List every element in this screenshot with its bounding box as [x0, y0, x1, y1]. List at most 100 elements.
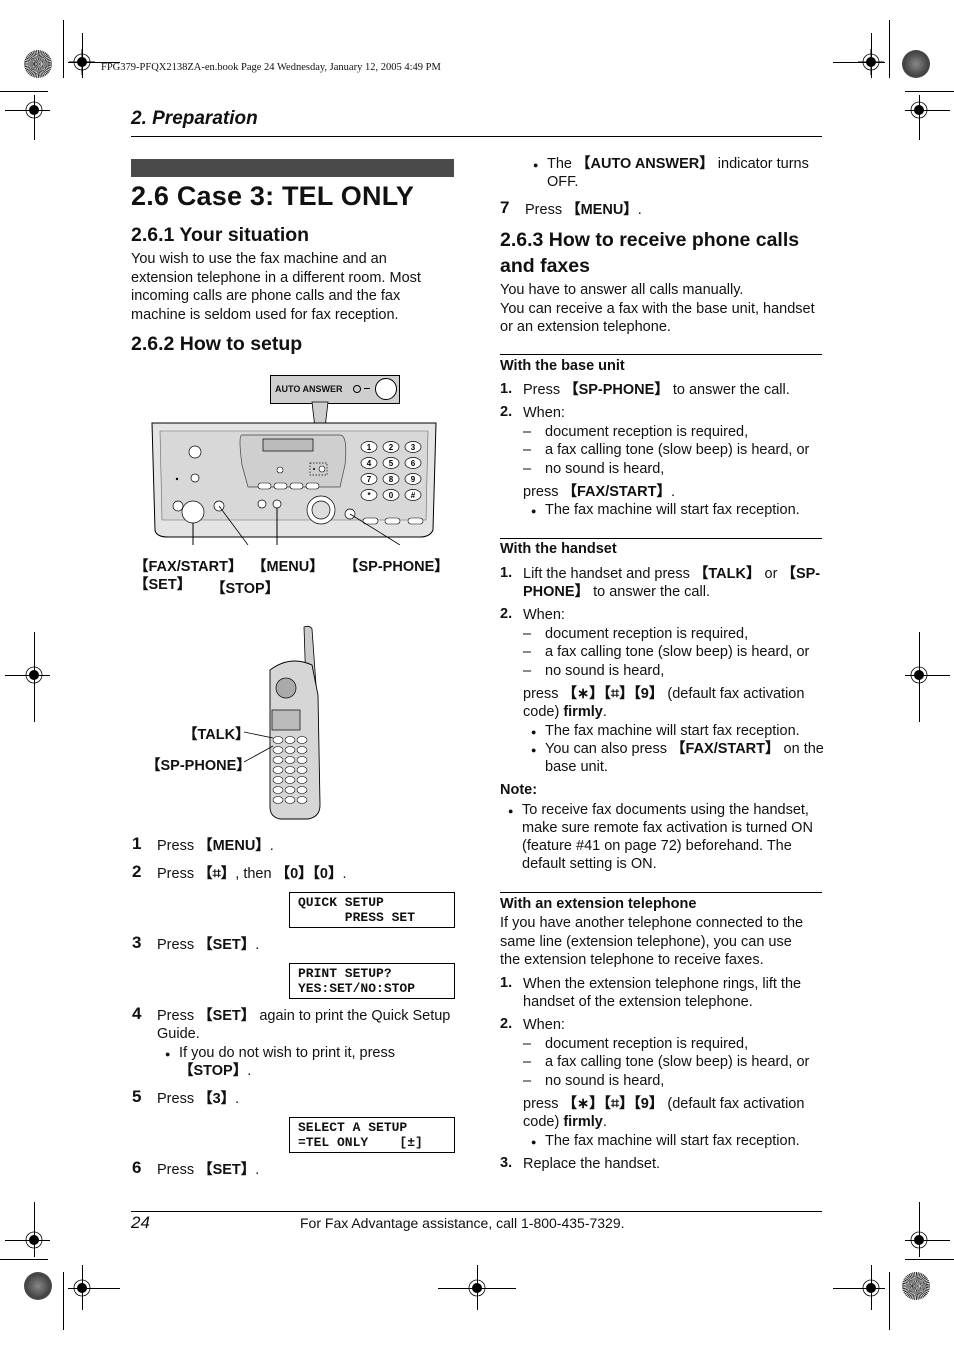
color-wheel-icon: [902, 50, 930, 78]
footer-text: For Fax Advantage assistance, call 1-800…: [300, 1215, 625, 1231]
handset-key: [296, 796, 308, 804]
press-instruction: press 【FAX/START】.: [523, 484, 676, 500]
handset-key: [296, 756, 308, 764]
handset-key: [272, 776, 284, 784]
keypad-key-label: 2: [389, 443, 394, 452]
color-wheel-icon: [24, 50, 52, 78]
registration-mark-icon: [862, 1279, 880, 1297]
callout-menu: 【MENU】: [252, 559, 324, 575]
step-number: 1: [132, 834, 142, 853]
step-3: Press 【SET】.: [157, 937, 260, 953]
section-heading-receive: 2.6.3 How to receive phone calls and faxe…: [500, 229, 800, 277]
keypad-key-label: 5: [389, 459, 394, 468]
keypad-key-label: 9: [411, 475, 416, 484]
print-header: FPG379-PFQX2138ZA-en.book Page 24 Wednes…: [101, 62, 441, 73]
keypad-key-label: 6: [411, 459, 416, 468]
bullet-item: The fax machine will start fax reception…: [531, 1132, 800, 1151]
dash-item: document reception is required,: [523, 423, 748, 441]
keypad-key-label: 7: [367, 475, 372, 484]
callout-set: 【SET】: [134, 577, 192, 593]
handset-key: [296, 776, 308, 784]
text-line: incoming calls are phone calls and the f…: [131, 288, 401, 304]
handset-key: [272, 796, 284, 804]
keypad-key-label: 8: [389, 475, 394, 484]
text-line: extension telephone in a different room.…: [131, 269, 421, 286]
registration-mark-icon: [25, 101, 43, 119]
indicator-icon: [353, 385, 361, 393]
registration-mark-icon: [910, 666, 928, 684]
handset-key: [284, 766, 296, 774]
step-number: 7: [500, 198, 510, 217]
note-bullet: To receive fax documents using the hands…: [508, 801, 813, 873]
dash-item: a fax calling tone (slow beep) is heard,…: [523, 1053, 809, 1071]
subheading-base-unit: With the base unit: [500, 358, 625, 374]
list-item: When the extension telephone rings, lift…: [523, 976, 802, 1010]
handset-key: [284, 756, 296, 764]
lcd-display: SELECT A SETUP =TEL ONLY [±]: [289, 1117, 455, 1153]
registration-mark-icon: [910, 101, 928, 119]
title-bar: [131, 159, 454, 177]
press-instruction: press 【∗】【⌗】【9】 (default fax activation …: [523, 1096, 805, 1130]
receive-intro: You have to answer all calls manually. Y…: [500, 282, 815, 335]
handset-key: [272, 766, 284, 774]
step-number: 5: [132, 1087, 142, 1106]
handset-key: [284, 746, 296, 754]
lcd-display: QUICK SETUP PRESS SET: [289, 892, 455, 928]
handset-key: [284, 796, 296, 804]
handset-key: [272, 786, 284, 794]
extension-intro: If you have another telephone connected …: [500, 915, 804, 968]
step-4: Press 【SET】 again to print the Quick Set…: [157, 1008, 451, 1042]
page-number: 24: [131, 1213, 150, 1232]
situation-text: You wish to use the fax machine and an e…: [131, 250, 421, 324]
text-line: You wish to use the fax machine and an: [131, 251, 387, 267]
registration-mark-icon: [468, 1279, 486, 1297]
keypad-key-label: #: [411, 491, 416, 500]
bullet-item: If you do not wish to print it, press【ST…: [165, 1044, 395, 1080]
color-wheel-icon: [24, 1272, 52, 1300]
subheading-extension: With an extension telephone: [500, 896, 697, 912]
header-rule: [131, 136, 822, 137]
handset-key: [296, 766, 308, 774]
step-2: Press 【⌗】, then 【0】【0】.: [157, 866, 347, 882]
press-instruction: press 【∗】【⌗】【9】 (default fax activation …: [523, 686, 805, 720]
registration-mark-icon: [25, 1231, 43, 1249]
handset-key: [284, 776, 296, 784]
step-number: 2: [132, 862, 142, 881]
callout-stop: 【STOP】: [211, 581, 280, 597]
handset-key: [296, 786, 308, 794]
step-6: Press 【SET】.: [157, 1162, 260, 1178]
handset-key: [296, 746, 308, 754]
note-title: Note:: [500, 782, 538, 798]
keypad-key-label: 3: [411, 443, 416, 452]
list-item: Press 【SP-PHONE】 to answer the call.: [523, 382, 790, 398]
chapter-title: 2. Preparation: [131, 108, 258, 129]
section-heading-setup: 2.6.2 How to setup: [131, 333, 303, 355]
keypad-key-label: 1: [367, 443, 372, 452]
handset-key: [284, 736, 296, 744]
handset-key: [296, 736, 308, 744]
step-1: Press 【MENU】.: [157, 838, 274, 854]
subheading-handset: With the handset: [500, 541, 617, 557]
page-title: 2.6 Case 3: TEL ONLY: [131, 181, 415, 211]
auto-answer-label: AUTO ANSWER: [275, 384, 343, 394]
bullet-item: You can also press 【FAX/START】 on thebas…: [531, 740, 824, 776]
registration-mark-icon: [73, 1279, 91, 1297]
keypad-key-label: 4: [367, 459, 372, 468]
list-item: When:: [523, 607, 565, 623]
registration-mark-icon: [25, 666, 43, 684]
key-00: 【0】【0】: [275, 866, 343, 882]
dash-item: document reception is required,: [523, 1035, 748, 1053]
registration-mark-icon: [910, 1231, 928, 1249]
section-heading-situation: 2.6.1 Your situation: [131, 224, 310, 246]
handset-key: [284, 786, 296, 794]
fax-base-unit-illustration: 1 2 34 5 67 8 9* 0 #: [151, 401, 437, 545]
lcd-display: PRINT SETUP? YES:SET/NO:STOP: [289, 963, 455, 999]
step-number: 3: [132, 933, 142, 952]
keypad-key-label: 0: [389, 491, 394, 500]
list-item: When:: [523, 405, 565, 421]
step-number: 6: [132, 1158, 142, 1177]
step-7: Press 【MENU】.: [525, 202, 642, 218]
color-wheel-icon: [902, 1272, 930, 1300]
registration-mark-icon: [858, 49, 884, 75]
dash-item: no sound is heard,: [523, 662, 664, 680]
